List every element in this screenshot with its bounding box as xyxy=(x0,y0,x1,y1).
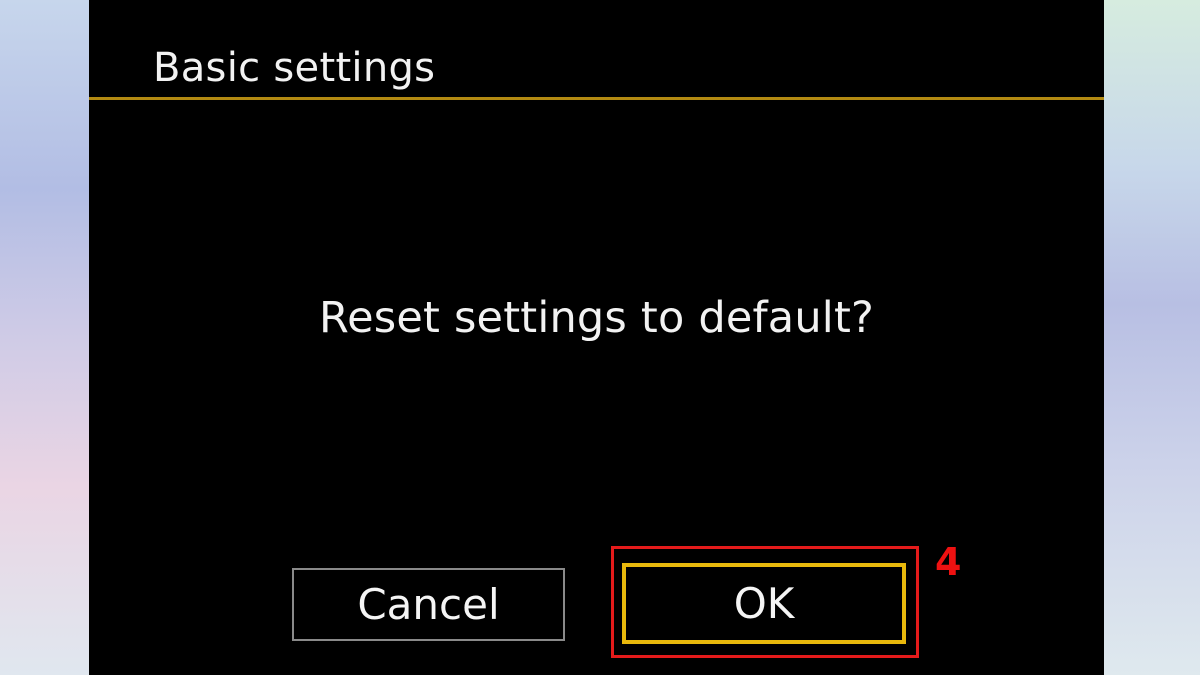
header-divider xyxy=(89,97,1104,100)
background-left xyxy=(0,0,90,675)
step-number-annotation: 4 xyxy=(935,540,962,584)
dialog-title: Basic settings xyxy=(153,45,436,91)
dialog-message: Reset settings to default? xyxy=(318,293,875,343)
ok-highlight-annotation xyxy=(611,546,919,658)
cancel-button-label: Cancel xyxy=(357,580,500,629)
cancel-button[interactable]: Cancel xyxy=(292,568,565,641)
background-right xyxy=(1104,0,1200,675)
